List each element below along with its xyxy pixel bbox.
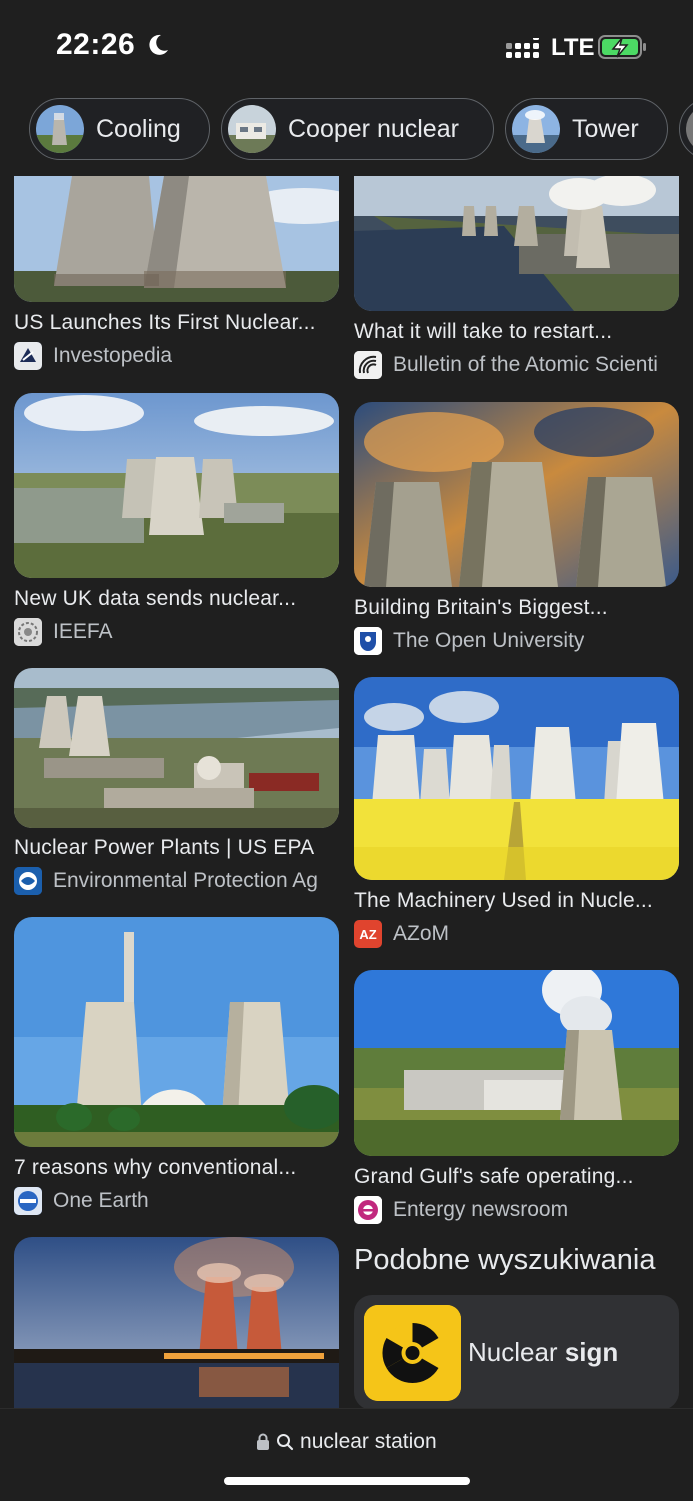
chip-label: Cooling [96, 114, 181, 143]
chip-cooling[interactable]: Cooling [29, 98, 210, 160]
result-title[interactable]: Grand Gulf's safe operating... [354, 1165, 679, 1189]
related-label-plain: Nuclear [468, 1337, 558, 1367]
source-name: IEEFA [53, 620, 113, 643]
result-source[interactable]: The Open University [354, 627, 679, 655]
chip-thumbnail [36, 105, 84, 153]
related-searches-heading: Podobne wyszukiwania [354, 1244, 656, 1276]
chip-tower[interactable]: Tower [505, 98, 668, 160]
chip-thumbnail [512, 105, 560, 153]
signal-icon [506, 38, 539, 58]
source-name: One Earth [53, 1189, 149, 1212]
chip-cooper-nuclear[interactable]: Cooper nuclear [221, 98, 494, 160]
status-bar: 22:26 LTE [0, 0, 693, 90]
result-title[interactable]: What it will take to restart... [354, 320, 679, 344]
lock-icon [257, 1433, 270, 1451]
result-image[interactable] [354, 970, 679, 1156]
source-name: AZoM [393, 922, 450, 945]
result-image[interactable] [14, 1237, 339, 1408]
result-title[interactable]: 7 reasons why conventional... [14, 1156, 339, 1180]
result-image[interactable] [354, 677, 679, 880]
chip-thumbnail [686, 105, 693, 153]
result-source[interactable]: AZ AZoM [354, 920, 679, 948]
result-image[interactable] [14, 668, 339, 828]
result-title[interactable]: The Machinery Used in Nucle... [354, 889, 679, 913]
epa-favicon-icon [14, 867, 42, 895]
source-name: Environmental Protection Ag [53, 869, 318, 892]
address-query: nuclear station [300, 1430, 437, 1453]
chip-label: Tower [572, 114, 639, 143]
result-source[interactable]: Investopedia [14, 342, 339, 370]
bulletin-favicon-icon [354, 351, 382, 379]
result-title[interactable]: New UK data sends nuclear... [14, 587, 339, 611]
result-source[interactable]: Bulletin of the Atomic Scienti [354, 351, 679, 379]
moon-icon [149, 34, 168, 55]
result-title[interactable]: Building Britain's Biggest... [354, 596, 679, 620]
one-earth-favicon-icon [14, 1187, 42, 1215]
ieefa-favicon-icon [14, 618, 42, 646]
source-name: Entergy newsroom [393, 1198, 569, 1221]
result-title[interactable]: US Launches Its First Nuclear... [14, 311, 339, 335]
result-title[interactable]: Nuclear Power Plants | US EPA [14, 836, 339, 860]
azom-favicon-icon: AZ [354, 920, 382, 948]
search-icon [277, 1434, 294, 1451]
source-name: Bulletin of the Atomic Scienti [393, 353, 658, 376]
result-source[interactable]: Entergy newsroom [354, 1196, 679, 1224]
chip-thumbnail [228, 105, 276, 153]
home-indicator[interactable] [224, 1477, 470, 1485]
result-image[interactable] [14, 393, 339, 578]
result-source[interactable]: IEEFA [14, 618, 339, 646]
result-image[interactable] [14, 176, 339, 302]
battery-charging-icon [598, 35, 646, 59]
related-chips-row: Cooling Cooper nuclear Tower [0, 98, 693, 162]
open-university-favicon-icon [354, 627, 382, 655]
result-image[interactable] [354, 176, 679, 311]
result-source[interactable]: One Earth [14, 1187, 339, 1215]
address-bar[interactable]: nuclear station [0, 1430, 693, 1454]
related-search-label: Nuclear sign [468, 1337, 618, 1368]
result-source[interactable]: Environmental Protection Ag [14, 867, 339, 895]
source-name: The Open University [393, 629, 585, 652]
source-name: Investopedia [53, 344, 173, 367]
chip-more[interactable] [679, 98, 693, 160]
investopedia-favicon-icon [14, 342, 42, 370]
result-image[interactable] [354, 402, 679, 587]
related-label-bold: sign [564, 1337, 619, 1367]
radiation-icon [364, 1305, 461, 1401]
browser-bottom-bar [0, 1408, 693, 1501]
entergy-favicon-icon [354, 1196, 382, 1224]
related-search-nuclear-sign[interactable]: Nuclear sign [354, 1295, 679, 1410]
status-time: 22:26 [56, 28, 136, 61]
result-image[interactable] [14, 917, 339, 1147]
network-type: LTE [551, 34, 595, 61]
chip-label: Cooper nuclear [288, 114, 459, 143]
